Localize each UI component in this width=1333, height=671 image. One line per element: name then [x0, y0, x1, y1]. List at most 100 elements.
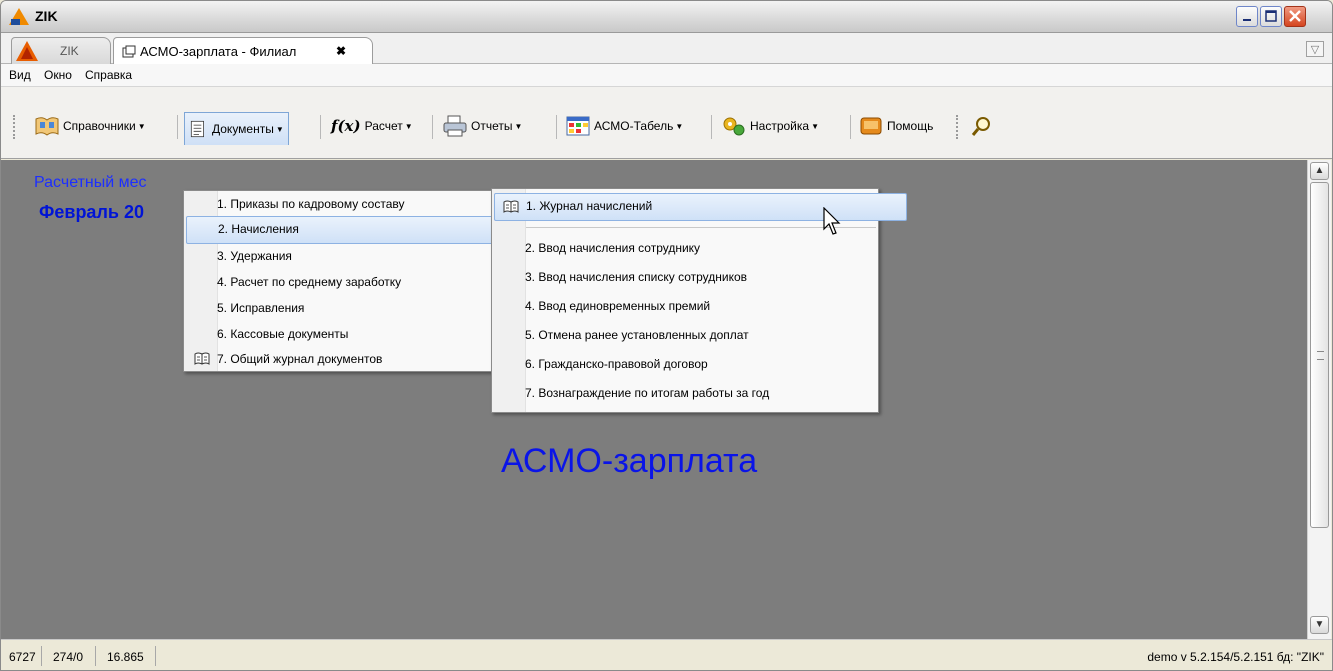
grip-lines-icon: [1317, 351, 1324, 360]
settings-label: Настройка: [750, 119, 810, 133]
menu-item-cancel-surcharges[interactable]: 5. Отмена ранее установленных доплат: [494, 322, 905, 348]
period-label: Расчетный мес: [34, 174, 147, 191]
zik-logo-icon: [16, 41, 38, 61]
timesheet-button[interactable]: АСМО-Табель ▼: [561, 112, 687, 140]
documents-button[interactable]: Документы ▼: [184, 112, 289, 145]
menu-item-label: 1. Журнал начислений: [526, 199, 653, 213]
documents-label: Документы: [212, 122, 274, 136]
menu-item-label: 6. Кассовые документы: [217, 327, 349, 341]
window-title: ZIK: [35, 8, 58, 24]
open-book-icon: [194, 352, 210, 365]
accruals-submenu: 1. Журнал начислений 2. Ввод начисления …: [491, 188, 907, 413]
toolbar-separator: [711, 115, 712, 139]
toolbar: Справочники ▼ Документы ▼ f(x) Расчет ▼: [1, 87, 1332, 159]
open-book-icon: [503, 200, 519, 213]
tab-label: АСМО-зарплата - Филиал: [140, 44, 297, 59]
menu-window[interactable]: Окно: [44, 68, 72, 82]
dropdown-arrow-icon: ▼: [675, 121, 684, 131]
toolbar-separator: [320, 115, 321, 139]
status-field-1: 6727: [9, 650, 36, 664]
menu-item-accruals[interactable]: 2. Начисления▶: [186, 216, 527, 244]
app-logo-icon: [9, 8, 29, 25]
dropdown-arrow-icon: ▼: [275, 124, 284, 134]
tab-zik[interactable]: ZIK: [11, 37, 111, 65]
menu-item-civil-contract[interactable]: 6. Гражданско-правовой договор: [494, 351, 905, 377]
directories-button[interactable]: Справочники ▼: [30, 112, 150, 140]
maximize-button[interactable]: [1260, 6, 1282, 27]
book-icon: [35, 117, 59, 136]
status-field-3: 16.865: [107, 650, 144, 664]
printer-icon: [443, 115, 467, 137]
reports-label: Отчеты: [471, 119, 513, 133]
minimize-icon: [1243, 19, 1251, 21]
document-window-icon: [122, 45, 136, 58]
tab-label: ZIK: [60, 44, 79, 58]
menu-item-label: 3. Ввод начисления списку сотрудников: [525, 270, 748, 284]
toolbar-grip[interactable]: [13, 115, 15, 139]
timesheet-grid-icon: [566, 116, 590, 136]
reports-button[interactable]: Отчеты ▼: [438, 112, 526, 140]
toolbar-separator: [850, 115, 851, 139]
menu-item-label: 6. Гражданско-правовой договор: [525, 357, 708, 371]
menu-help[interactable]: Справка: [85, 68, 132, 82]
menu-item-label: 5. Отмена ранее установленных доплат: [525, 328, 749, 342]
minimize-button[interactable]: [1236, 6, 1258, 27]
menu-item-accrual-to-list[interactable]: 3. Ввод начисления списку сотрудников: [494, 264, 905, 290]
close-button[interactable]: [1284, 6, 1306, 27]
status-bar: 6727 274/0 16.865 demo v 5.2.154/5.2.151…: [1, 639, 1332, 670]
timesheet-label: АСМО-Табель: [594, 119, 674, 133]
calc-label: Расчет: [364, 119, 403, 133]
scroll-up-icon[interactable]: ▲: [1310, 162, 1329, 180]
dropdown-arrow-icon: ▼: [514, 121, 523, 131]
tab-close-icon[interactable]: ✖: [336, 44, 346, 58]
function-icon: f(x): [331, 117, 361, 135]
menu-item-orders[interactable]: 1. Приказы по кадровому составу▶: [186, 191, 525, 217]
menu-item-label: 4. Ввод единовременных премий: [525, 299, 711, 313]
settings-gears-icon: [723, 117, 745, 136]
settings-button[interactable]: Настройка ▼: [717, 112, 823, 140]
dropdown-arrow-icon: ▼: [137, 121, 146, 131]
tab-asmo-salary[interactable]: АСМО-зарплата - Филиал ✖: [113, 37, 373, 65]
help-button[interactable]: Помощь: [854, 112, 937, 140]
menu-item-annual-reward[interactable]: 7. Вознаграждение по итогам работы за го…: [494, 380, 905, 406]
status-separator: [155, 646, 156, 666]
help-label: Помощь: [887, 119, 934, 133]
toolbar-grip[interactable]: [956, 115, 958, 139]
scroll-down-icon[interactable]: ▼: [1310, 616, 1329, 634]
app-caption: АСМО-зарплата: [501, 442, 758, 480]
menu-item-deductions[interactable]: 3. Удержания▶: [186, 243, 525, 269]
vertical-scrollbar[interactable]: ▲ ▼: [1307, 160, 1331, 639]
menu-item-one-time-bonuses[interactable]: 4. Ввод единовременных премий: [494, 293, 905, 319]
status-separator: [95, 646, 96, 666]
maximize-icon: [1265, 10, 1277, 22]
menu-item-accrual-to-employee[interactable]: 2. Ввод начисления сотруднику: [494, 235, 905, 261]
scroll-thumb[interactable]: [1310, 182, 1329, 528]
menu-view[interactable]: Вид: [9, 68, 31, 82]
search-button[interactable]: [966, 112, 1003, 140]
help-book-icon: [860, 117, 882, 135]
menu-item-label: 1. Приказы по кадровому составу: [217, 197, 405, 211]
menu-item-label: 2. Ввод начисления сотруднику: [525, 241, 701, 255]
status-version: demo v 5.2.154/5.2.151 бд: "ZIK": [1147, 650, 1324, 664]
documents-menu: 1. Приказы по кадровому составу▶ 2. Начи…: [183, 190, 527, 372]
status-separator: [41, 646, 42, 666]
mouse-cursor-icon: [823, 207, 841, 235]
calc-button[interactable]: f(x) Расчет ▼: [327, 112, 417, 140]
dropdown-arrow-icon: ▼: [811, 121, 819, 131]
menu-item-general-journal[interactable]: 7. Общий журнал документов: [186, 346, 525, 372]
title-bar: ZIK: [1, 1, 1332, 33]
period-value: Февраль 20: [39, 202, 144, 222]
magnifier-icon: [971, 117, 990, 136]
menu-item-accruals-journal[interactable]: 1. Журнал начислений: [494, 193, 907, 221]
menu-item-cash-documents[interactable]: 6. Кассовые документы▶: [186, 321, 525, 347]
toolbar-separator: [432, 115, 433, 139]
close-icon: [1289, 10, 1301, 22]
toolbar-separator: [556, 115, 557, 139]
toolbar-separator: [177, 115, 178, 139]
tab-strip: ZIK АСМО-зарплата - Филиал ✖ ▽: [1, 33, 1332, 65]
menu-item-average-earnings[interactable]: 4. Расчет по среднему заработку▶: [186, 269, 525, 295]
tab-list-chevron-icon[interactable]: ▽: [1306, 41, 1324, 57]
menu-item-label: 3. Удержания: [217, 249, 292, 263]
app-window: ZIK ZIK АСМО-зарплата - Филиал ✖ ▽ Вид О…: [0, 0, 1333, 671]
menu-item-corrections[interactable]: 5. Исправления▶: [186, 295, 525, 321]
